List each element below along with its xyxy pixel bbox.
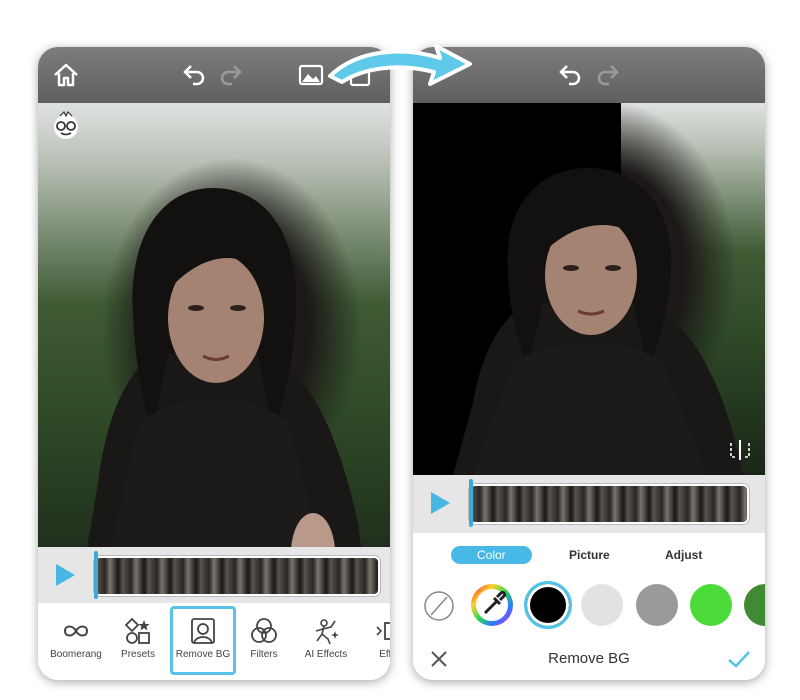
tool-label: Remove BG: [175, 649, 231, 660]
bg-option-tabs: Color Picture Adjust: [413, 533, 765, 573]
boomerang-icon: [63, 625, 89, 637]
playhead[interactable]: [469, 479, 473, 527]
timeline: [38, 547, 390, 603]
timeline: [413, 475, 765, 533]
swatch-light-gray[interactable]: [581, 584, 623, 626]
editor-screen-after: Color Picture Adjust Remove BG: [413, 47, 765, 680]
tool-label: Boomerang: [50, 649, 102, 660]
compare-icon[interactable]: [727, 438, 753, 462]
person-frame-icon: [191, 618, 215, 644]
swatch-dark-green[interactable]: [744, 584, 765, 626]
undo-icon[interactable]: [179, 61, 207, 89]
tool-filters[interactable]: Filters: [232, 609, 296, 671]
color-swatches: [413, 573, 765, 637]
tool-label: Effe: [379, 649, 390, 660]
no-color-icon[interactable]: [423, 590, 455, 622]
tool-bar: Boomerang Presets Remove BG Filters AI E…: [38, 603, 390, 680]
tool-label: Filters: [250, 649, 278, 660]
editor-screen-before: Boomerang Presets Remove BG Filters AI E…: [38, 47, 390, 680]
transition-arrow-icon: [328, 44, 472, 86]
video-frames-strip[interactable]: [469, 484, 749, 524]
photo-canvas[interactable]: [38, 103, 390, 603]
tool-presets[interactable]: Presets: [106, 609, 170, 671]
smiley-sticker-icon[interactable]: [51, 111, 81, 141]
swatch-gray[interactable]: [636, 584, 678, 626]
redo-icon[interactable]: [218, 61, 246, 89]
video-frames-strip[interactable]: [94, 556, 380, 596]
redo-icon[interactable]: [595, 61, 623, 89]
filters-icon: [251, 618, 277, 643]
portrait-photo-bg-removed: [413, 103, 743, 475]
check-icon[interactable]: [727, 649, 751, 669]
tool-label: Presets: [121, 649, 155, 660]
tool-ai-effects[interactable]: AI Effects: [294, 609, 358, 671]
swatch-green[interactable]: [690, 584, 732, 626]
play-icon[interactable]: [431, 492, 450, 514]
play-icon[interactable]: [56, 564, 75, 586]
tab-adjust[interactable]: Adjust: [665, 548, 702, 562]
portrait-photo: [78, 188, 368, 603]
panel-title: Remove BG: [548, 650, 630, 667]
tool-remove-bg[interactable]: Remove BG: [170, 606, 236, 675]
tool-boomerang[interactable]: Boomerang: [44, 609, 108, 671]
home-icon[interactable]: [52, 61, 80, 89]
bottom-action-bar: Remove BG: [413, 637, 765, 680]
presets-icon: [124, 617, 150, 644]
undo-icon[interactable]: [555, 61, 583, 89]
image-icon[interactable]: [297, 61, 325, 89]
color-picker-icon[interactable]: [471, 584, 513, 626]
playhead[interactable]: [94, 551, 98, 599]
photo-canvas[interactable]: [413, 103, 765, 475]
ai-effects-icon: [315, 619, 339, 645]
effects-icon: [376, 622, 390, 640]
swatch-black[interactable]: [524, 581, 572, 629]
tab-color[interactable]: Color: [451, 546, 532, 564]
tool-effects[interactable]: Effe: [356, 609, 390, 671]
tool-label: AI Effects: [304, 649, 348, 660]
tab-picture[interactable]: Picture: [569, 548, 610, 562]
